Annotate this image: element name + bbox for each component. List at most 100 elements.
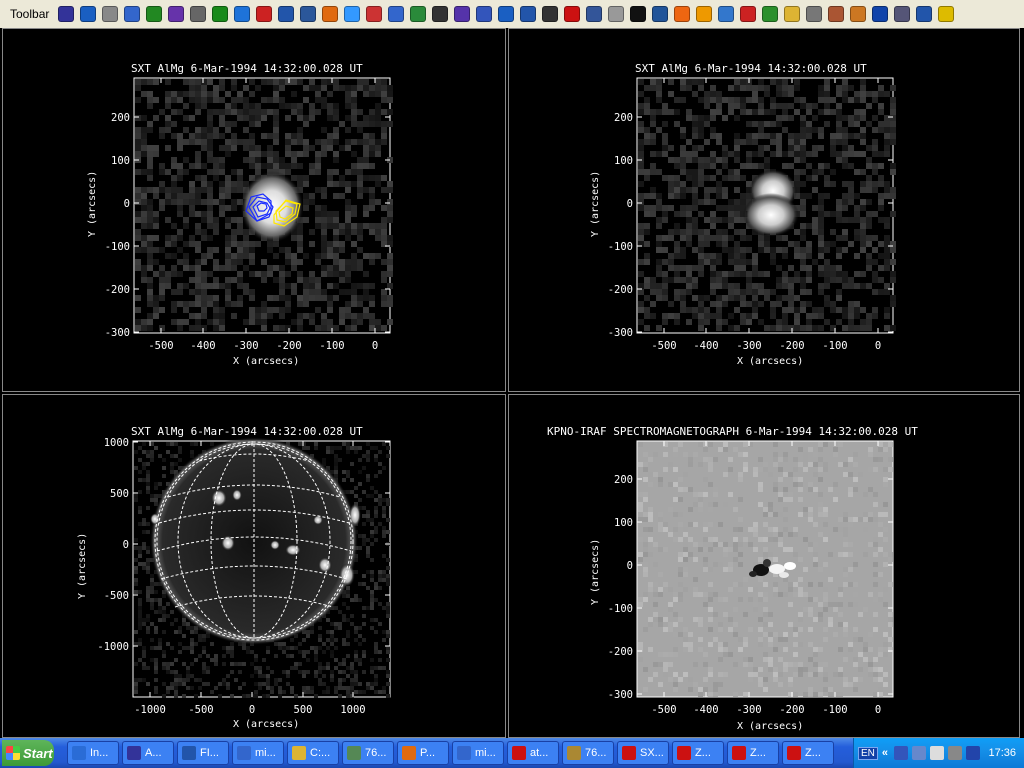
taskbar-button[interactable]: Z... bbox=[727, 741, 779, 765]
display-icon[interactable] bbox=[586, 6, 603, 22]
app-icon bbox=[457, 746, 471, 760]
taskbar-button[interactable]: C:... bbox=[287, 741, 339, 765]
music-icon[interactable] bbox=[146, 6, 163, 22]
taskbar-button[interactable]: FI... bbox=[177, 741, 229, 765]
volume-icon[interactable] bbox=[948, 746, 963, 760]
taskbar-button[interactable]: SX... bbox=[617, 741, 669, 765]
clover-icon[interactable] bbox=[212, 6, 229, 22]
wand-icon[interactable] bbox=[454, 6, 471, 22]
refresh-icon[interactable] bbox=[410, 6, 427, 22]
document-icon[interactable] bbox=[124, 6, 141, 22]
y-tick-label: -500 bbox=[104, 590, 129, 602]
taskbar-button[interactable]: P... bbox=[397, 741, 449, 765]
x-tick-label: 0 bbox=[249, 704, 255, 716]
y-axis-label: Y (arcsecs) bbox=[590, 171, 601, 237]
plot-panel-bottom-left: SXT AlMg 6-Mar-1994 14:32:00.028 UT -100… bbox=[2, 394, 506, 738]
globe-icon[interactable] bbox=[80, 6, 97, 22]
x-tick-label: -500 bbox=[651, 704, 676, 716]
y-axis-label: Y (arcsecs) bbox=[77, 533, 88, 599]
media-icon[interactable] bbox=[872, 6, 889, 22]
taskbar-button[interactable]: at... bbox=[507, 741, 559, 765]
y-tick-label: 100 bbox=[111, 155, 130, 167]
taskbar-button[interactable]: A... bbox=[122, 741, 174, 765]
sun-icon[interactable] bbox=[696, 6, 713, 22]
show-hidden-icons-chevron[interactable]: « bbox=[882, 747, 888, 759]
disc-icon[interactable] bbox=[894, 6, 911, 22]
language-indicator[interactable]: EN bbox=[858, 746, 878, 760]
tray-icons bbox=[892, 746, 982, 760]
app-icon bbox=[127, 746, 141, 760]
x-tick-label: -200 bbox=[779, 704, 804, 716]
word-icon[interactable] bbox=[300, 6, 317, 22]
stop-icon[interactable] bbox=[256, 6, 273, 22]
help-icon[interactable] bbox=[278, 6, 295, 22]
chat-bubble-icon[interactable] bbox=[930, 746, 945, 760]
photo-icon[interactable] bbox=[102, 6, 119, 22]
plot-panel-top-left: SXT AlMg 6-Mar-1994 14:32:00.028 UT -500… bbox=[2, 28, 506, 392]
taskbar-button-label: Z... bbox=[805, 747, 821, 759]
close-x-icon[interactable] bbox=[630, 6, 647, 22]
windows-taskbar: Start In... A... FI... mi... C:... 76... P... m… bbox=[0, 738, 1024, 768]
x-tick-label: -400 bbox=[190, 340, 215, 352]
y-tick-label: 200 bbox=[111, 112, 130, 124]
window-icon[interactable] bbox=[498, 6, 515, 22]
taskbar-button[interactable]: Z... bbox=[782, 741, 834, 765]
note-icon[interactable] bbox=[608, 6, 625, 22]
tools-icon[interactable] bbox=[652, 6, 669, 22]
x-tick-label: -200 bbox=[276, 340, 301, 352]
taskbar-button-label: mi... bbox=[475, 747, 496, 759]
paint-icon[interactable] bbox=[828, 6, 845, 22]
screen-icon[interactable] bbox=[912, 746, 927, 760]
taskbar-button[interactable]: mi... bbox=[452, 741, 504, 765]
app-a-icon[interactable] bbox=[58, 6, 75, 22]
taskbar-button[interactable]: In... bbox=[67, 741, 119, 765]
start-button[interactable]: Start bbox=[2, 740, 54, 766]
network-icon[interactable] bbox=[894, 746, 909, 760]
image-icon[interactable] bbox=[762, 6, 779, 22]
window2-icon[interactable] bbox=[916, 6, 933, 22]
y-tick-label: 200 bbox=[614, 112, 633, 124]
calendar-icon[interactable] bbox=[432, 6, 449, 22]
globe2-icon[interactable] bbox=[718, 6, 735, 22]
taskbar-button[interactable]: Z... bbox=[672, 741, 724, 765]
taskbar-button[interactable]: mi... bbox=[232, 741, 284, 765]
y-tick-label: 200 bbox=[614, 474, 633, 486]
plot-title: SXT AlMg 6-Mar-1994 14:32:00.028 UT bbox=[131, 425, 363, 438]
firefox-icon[interactable] bbox=[322, 6, 339, 22]
warning-icon[interactable] bbox=[938, 6, 955, 22]
taskbar-button-label: In... bbox=[90, 747, 109, 759]
red-page-icon[interactable] bbox=[740, 6, 757, 22]
balloon-icon[interactable] bbox=[344, 6, 361, 22]
record-icon[interactable] bbox=[564, 6, 581, 22]
x-axis-label: X (arcsecs) bbox=[737, 721, 803, 732]
brush-icon[interactable] bbox=[806, 6, 823, 22]
ie-icon[interactable] bbox=[234, 6, 251, 22]
magnetogram-zoom: KPNO-IRAF SPECTROMAGNETOGRAPH 6-Mar-1994… bbox=[547, 425, 918, 732]
quick-launch-toolbar: Toolbar bbox=[0, 0, 1024, 29]
mail-icon[interactable] bbox=[674, 6, 691, 22]
cancel-icon[interactable] bbox=[542, 6, 559, 22]
network-icon[interactable] bbox=[520, 6, 537, 22]
clock[interactable]: 17:36 bbox=[988, 747, 1016, 759]
cd-icon[interactable] bbox=[366, 6, 383, 22]
taskbar-button-label: mi... bbox=[255, 747, 276, 759]
seal-icon[interactable] bbox=[168, 6, 185, 22]
x-tick-label: -500 bbox=[188, 704, 213, 716]
app-icon bbox=[787, 746, 801, 760]
app-icon bbox=[732, 746, 746, 760]
app-icon bbox=[292, 746, 306, 760]
taskbar-button-label: P... bbox=[420, 747, 436, 759]
clock-icon[interactable] bbox=[850, 6, 867, 22]
taskbar-button[interactable]: 76... bbox=[562, 741, 614, 765]
x-tick-label: -400 bbox=[693, 704, 718, 716]
folder-icon[interactable] bbox=[784, 6, 801, 22]
app-icon bbox=[622, 746, 636, 760]
chat-icon[interactable] bbox=[190, 6, 207, 22]
grid-icon[interactable] bbox=[476, 6, 493, 22]
idl-plot-window: SXT AlMg 6-Mar-1994 14:32:00.028 UT -500… bbox=[0, 28, 1024, 738]
taskbar-button[interactable]: 76... bbox=[342, 741, 394, 765]
link-icon[interactable] bbox=[388, 6, 405, 22]
x-axis-label: X (arcsecs) bbox=[233, 356, 299, 367]
y-tick-label: 0 bbox=[124, 198, 130, 210]
v-shield-icon[interactable] bbox=[966, 746, 981, 760]
